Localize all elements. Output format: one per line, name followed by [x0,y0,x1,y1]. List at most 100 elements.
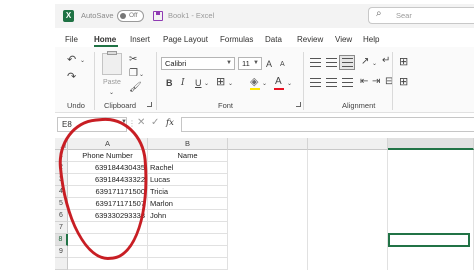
select-all-button[interactable] [55,138,68,150]
align-center-icon[interactable] [326,78,337,87]
save-icon[interactable] [153,11,163,21]
cell-a9[interactable] [68,246,148,258]
font-name-select[interactable]: Calibri ▼ [161,57,235,70]
fill-color-swatch [250,88,260,90]
clipboard-launcher-icon[interactable] [147,102,152,107]
cancel-icon[interactable]: ✕ [137,117,145,128]
enter-icon[interactable]: ✓ [151,117,159,128]
cell-b7[interactable] [148,222,228,234]
tab-view[interactable]: View [335,35,352,44]
column-d-cells[interactable] [308,150,388,270]
align-middle-icon[interactable] [326,58,337,67]
align-right-icon[interactable] [342,78,353,87]
bold-button[interactable]: B [166,78,173,88]
copy-dropdown-icon[interactable]: ⌄ [139,70,144,80]
cell-a10[interactable] [68,258,148,270]
borders-dropdown-icon[interactable]: ⌄ [228,79,233,89]
search-box[interactable] [368,7,474,24]
search-input[interactable]: Sear [396,11,412,20]
font-color-dropdown-icon[interactable]: ⌄ [287,79,292,89]
cell-a4[interactable]: 639171171500 [68,186,148,198]
row-header[interactable]: 9 [55,246,68,258]
font-size-select[interactable]: 11 ▼ [238,57,262,70]
cell-b3[interactable]: Lucas [148,174,228,186]
worksheet-grid[interactable]: A B 1 2 3 4 5 6 7 8 9 Phone Number 63918… [55,138,474,271]
column-header-b[interactable]: B [148,138,228,150]
cell-b8[interactable] [148,234,228,246]
autosave-toggle[interactable]: Off [117,10,144,22]
formula-input[interactable] [181,117,474,132]
decrease-indent-icon[interactable]: ⇤ [360,77,368,87]
paste-dropdown-icon[interactable]: ⌄ [109,88,114,98]
font-launcher-icon[interactable] [296,102,301,107]
cell-b5[interactable]: Marlon [148,198,228,210]
tab-insert[interactable]: Insert [130,35,150,44]
currency-format-icon[interactable]: ⊞ [399,77,408,88]
name-box[interactable]: E8 [57,117,127,132]
column-c-cells[interactable] [228,150,308,270]
cell-a7[interactable] [68,222,148,234]
undo-icon[interactable]: ↶ [67,55,76,66]
column-header-a[interactable]: A [68,138,148,150]
underline-dropdown-icon[interactable]: ⌄ [204,79,209,89]
row-header[interactable]: 5 [55,198,68,210]
row-header[interactable]: 4 [55,186,68,198]
cell-b6[interactable]: John [148,210,228,222]
tab-file[interactable]: File [65,35,78,44]
tab-home[interactable]: Home [94,35,116,44]
column-header-e[interactable] [388,138,474,150]
wrap-text-icon[interactable]: ↵ [382,56,390,66]
tab-formulas[interactable]: Formulas [220,35,253,44]
row-header[interactable]: 1 [55,150,68,162]
paste-icon[interactable] [102,53,122,75]
copy-icon[interactable]: ❐ [129,69,138,79]
cell-b9[interactable] [148,246,228,258]
chevron-down-icon[interactable]: ▼ [121,119,127,125]
cell-a2[interactable]: 639184430435 [68,162,148,174]
row-header[interactable]: 2 [55,162,68,174]
orientation-icon[interactable]: ↗ [361,57,369,67]
row-header[interactable]: 7 [55,222,68,234]
borders-icon[interactable]: ⊞ [216,77,225,88]
column-header-d[interactable] [308,138,388,150]
font-color-icon[interactable]: A [275,77,282,87]
cell-a3[interactable]: 639184433322 [68,174,148,186]
tab-data[interactable]: Data [265,35,282,44]
number-format-icon[interactable]: ⊞ [399,57,408,68]
cell-a8[interactable] [68,234,148,246]
row-header[interactable]: 6 [55,210,68,222]
align-top-icon[interactable] [310,58,321,67]
insert-function-button[interactable]: fx [166,118,174,128]
row-header[interactable]: 8 [55,234,68,246]
column-header-c[interactable] [228,138,308,150]
tab-help[interactable]: Help [363,35,379,44]
format-painter-icon[interactable]: 🖌 [129,83,142,93]
active-cell-e8[interactable] [388,233,470,247]
orientation-dropdown-icon[interactable]: ⌄ [372,59,377,69]
cell-a6[interactable]: 639330293333 [68,210,148,222]
tab-page-layout[interactable]: Page Layout [163,35,208,44]
row-header[interactable] [55,258,68,270]
shrink-font-icon[interactable]: A [280,60,285,70]
cell-b4[interactable]: Tricia [148,186,228,198]
undo-dropdown-icon[interactable]: ⌄ [80,56,85,66]
increase-indent-icon[interactable]: ⇥ [372,77,380,87]
italic-button[interactable]: I [181,78,185,88]
grow-font-icon[interactable]: A [266,59,272,69]
paste-button-label[interactable]: Paste [103,79,121,86]
cell-a5[interactable]: 639171171507 [68,198,148,210]
cell-b10[interactable] [148,258,228,270]
tab-review[interactable]: Review [297,35,323,44]
underline-button[interactable]: U [195,78,202,88]
align-left-icon[interactable] [310,78,321,87]
cell-b1[interactable]: Name [148,150,228,162]
alignment-group-label: Alignment [342,101,376,110]
fill-color-icon[interactable]: ◈ [250,77,258,88]
cell-b2[interactable]: Rachel [148,162,228,174]
fill-color-dropdown-icon[interactable]: ⌄ [262,79,267,89]
redo-icon[interactable]: ↷ [67,72,76,83]
row-header[interactable]: 3 [55,174,68,186]
cut-icon[interactable]: ✂ [129,55,137,65]
cell-a1[interactable]: Phone Number [68,150,148,162]
column-e-cells[interactable] [388,150,474,270]
